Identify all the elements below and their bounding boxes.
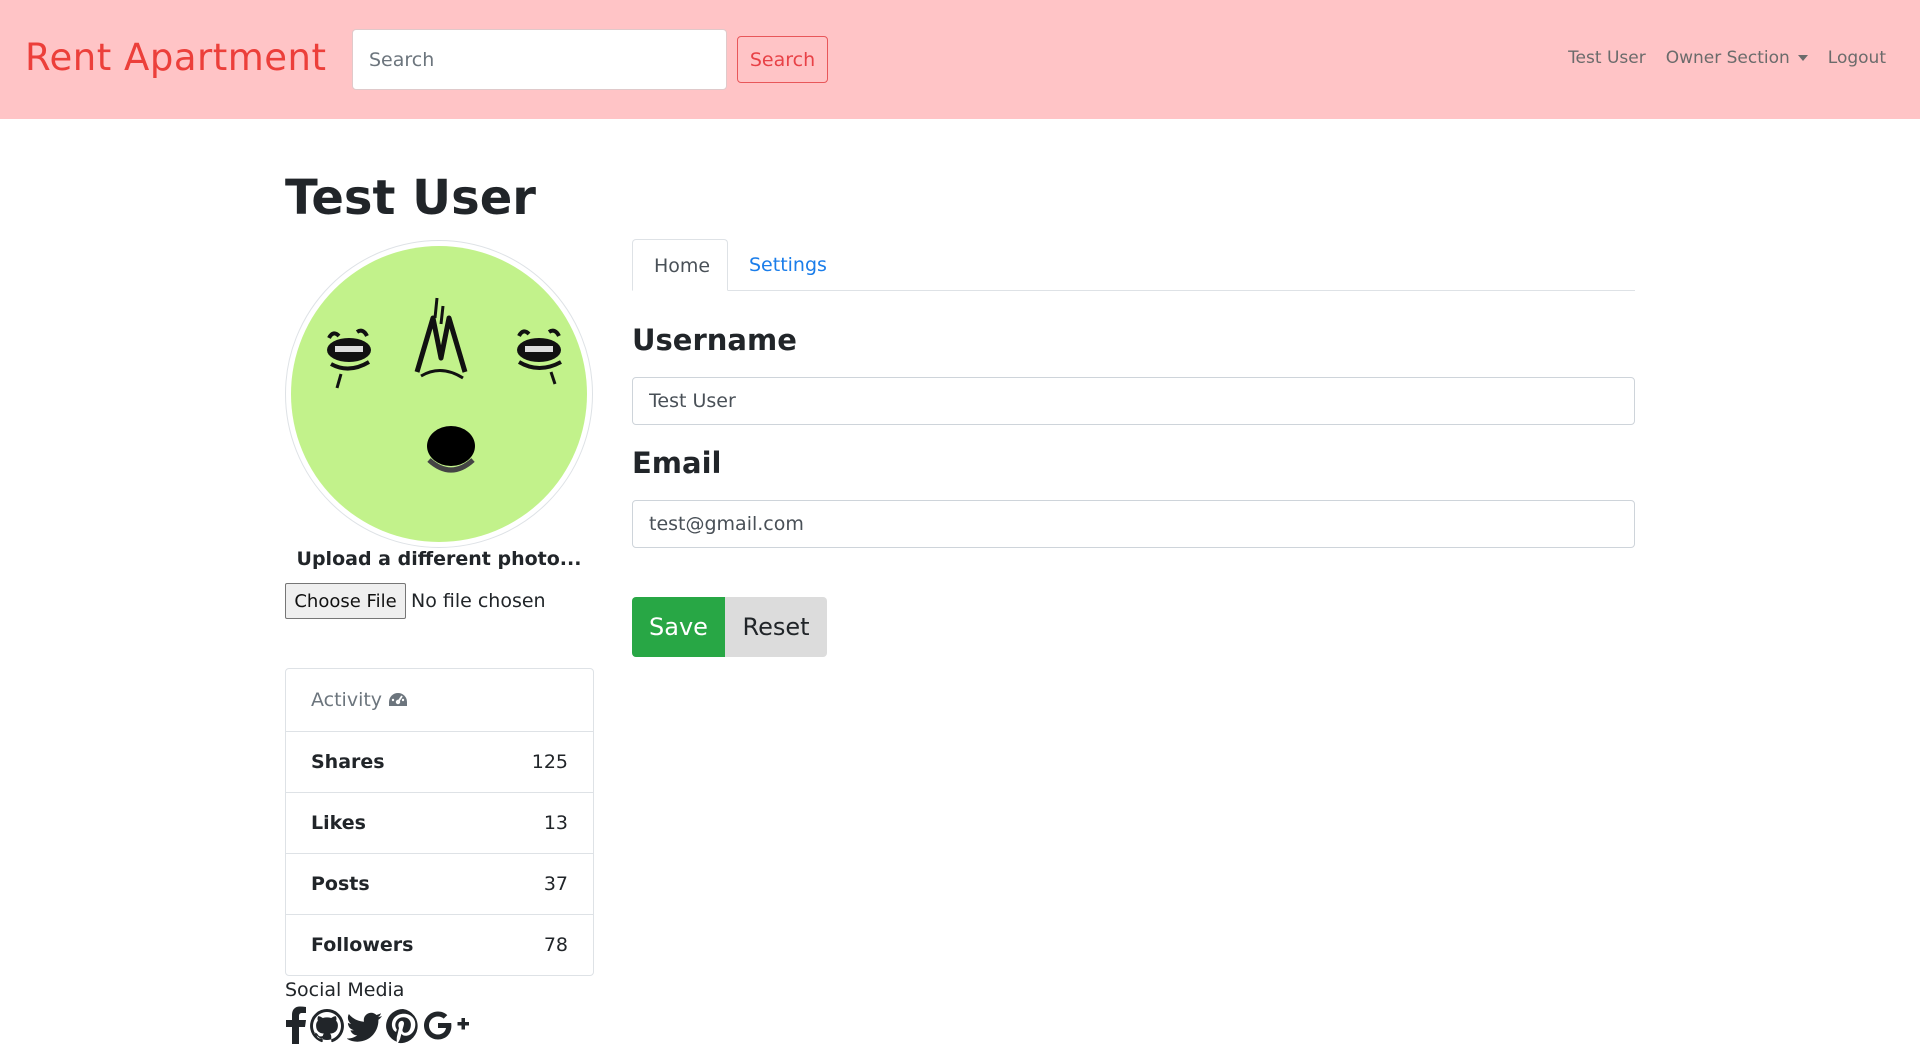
choose-file-button[interactable]: Choose File bbox=[285, 583, 406, 619]
pinterest-icon[interactable] bbox=[385, 1008, 421, 1044]
github-icon[interactable] bbox=[309, 1008, 345, 1044]
twitter-icon[interactable] bbox=[347, 1012, 383, 1044]
activity-label: Posts bbox=[311, 873, 370, 895]
email-field[interactable] bbox=[632, 500, 1635, 548]
google-plus-icon[interactable] bbox=[423, 1008, 475, 1044]
reset-button[interactable]: Reset bbox=[725, 597, 827, 657]
activity-label: Shares bbox=[311, 751, 385, 773]
save-button[interactable]: Save bbox=[632, 597, 725, 657]
owner-section-dropdown[interactable]: Owner Section bbox=[1666, 48, 1808, 68]
file-status: No file chosen bbox=[411, 590, 546, 612]
activity-header-label: Activity bbox=[311, 689, 383, 711]
activity-value: 125 bbox=[531, 751, 568, 773]
avatar bbox=[285, 240, 593, 548]
activity-value: 37 bbox=[543, 873, 568, 895]
username-label: Username bbox=[632, 323, 797, 357]
activity-row-posts: Posts 37 bbox=[286, 853, 593, 914]
tab-home[interactable]: Home bbox=[632, 239, 728, 291]
avatar-face-icon bbox=[327, 297, 562, 473]
tab-settings[interactable]: Settings bbox=[728, 239, 848, 291]
logout-link[interactable]: Logout bbox=[1828, 48, 1886, 68]
social-icons bbox=[285, 1006, 475, 1044]
activity-value: 13 bbox=[543, 812, 568, 834]
email-label: Email bbox=[632, 446, 722, 480]
nav-links: Test User Owner Section Logout bbox=[1568, 48, 1886, 68]
activity-header: Activity bbox=[286, 669, 593, 731]
username-field[interactable] bbox=[632, 377, 1635, 425]
facebook-icon[interactable] bbox=[285, 1006, 307, 1044]
owner-section-label: Owner Section bbox=[1665, 48, 1790, 68]
dashboard-icon bbox=[389, 693, 408, 706]
caret-down-icon bbox=[1797, 55, 1808, 61]
search-input[interactable] bbox=[352, 29, 727, 90]
activity-row-likes: Likes 13 bbox=[286, 792, 593, 853]
activity-row-followers: Followers 78 bbox=[286, 914, 593, 975]
nav-user-link[interactable]: Test User bbox=[1568, 48, 1646, 68]
search-button[interactable]: Search bbox=[737, 36, 828, 83]
activity-label: Followers bbox=[311, 934, 414, 956]
social-media-title: Social Media bbox=[285, 979, 405, 1001]
activity-value: 78 bbox=[543, 934, 568, 956]
activity-label: Likes bbox=[311, 812, 366, 834]
navbar: Rent Apartment Search Test User Owner Se… bbox=[0, 0, 1920, 119]
upload-photo-label: Upload a different photo... bbox=[296, 548, 582, 570]
page-title: Test User bbox=[285, 170, 536, 226]
avatar-image bbox=[291, 246, 587, 542]
profile-tabs: Home Settings bbox=[632, 239, 1635, 291]
brand-logo[interactable]: Rent Apartment bbox=[25, 36, 326, 79]
activity-list: Activity Shares 125 Likes 13 Posts 37 Fo… bbox=[285, 668, 594, 976]
activity-row-shares: Shares 125 bbox=[286, 731, 593, 792]
